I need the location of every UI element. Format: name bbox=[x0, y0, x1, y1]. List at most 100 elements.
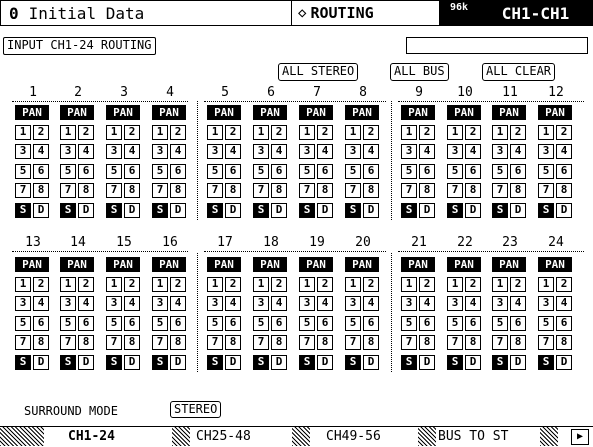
bus-6-button[interactable]: 6 bbox=[510, 163, 526, 179]
bus-1-button[interactable]: 1 bbox=[152, 276, 168, 292]
bus-5-button[interactable]: 5 bbox=[447, 315, 463, 331]
pan-button[interactable]: PAN bbox=[299, 105, 333, 120]
bus-3-button[interactable]: 3 bbox=[152, 296, 168, 311]
bus-2-button[interactable]: 2 bbox=[419, 124, 435, 140]
stereo-button[interactable]: S bbox=[152, 354, 168, 370]
bus-5-button[interactable]: 5 bbox=[345, 163, 361, 179]
direct-out-button[interactable]: D bbox=[124, 354, 140, 370]
bus-4-button[interactable]: 4 bbox=[271, 144, 287, 159]
bus-4-button[interactable]: 4 bbox=[363, 144, 379, 159]
bus-3-button[interactable]: 3 bbox=[15, 296, 31, 311]
direct-out-button[interactable]: D bbox=[33, 202, 49, 218]
direct-out-button[interactable]: D bbox=[510, 354, 526, 370]
bus-6-button[interactable]: 6 bbox=[124, 163, 140, 179]
bus-1-button[interactable]: 1 bbox=[15, 276, 31, 292]
pan-button[interactable]: PAN bbox=[492, 257, 526, 272]
bus-6-button[interactable]: 6 bbox=[419, 163, 435, 179]
bus-5-button[interactable]: 5 bbox=[152, 163, 168, 179]
pan-button[interactable]: PAN bbox=[401, 105, 435, 120]
bus-7-button[interactable]: 7 bbox=[345, 335, 361, 350]
bus-6-button[interactable]: 6 bbox=[78, 315, 94, 331]
bus-8-button[interactable]: 8 bbox=[33, 335, 49, 350]
stereo-button[interactable]: S bbox=[447, 202, 463, 218]
bus-4-button[interactable]: 4 bbox=[78, 144, 94, 159]
pan-button[interactable]: PAN bbox=[15, 105, 49, 120]
bus-1-button[interactable]: 1 bbox=[447, 124, 463, 140]
bus-5-button[interactable]: 5 bbox=[492, 315, 508, 331]
bus-1-button[interactable]: 1 bbox=[60, 276, 76, 292]
bus-3-button[interactable]: 3 bbox=[538, 144, 554, 159]
bus-7-button[interactable]: 7 bbox=[15, 183, 31, 198]
bus-3-button[interactable]: 3 bbox=[345, 296, 361, 311]
bus-7-button[interactable]: 7 bbox=[299, 335, 315, 350]
bus-4-button[interactable]: 4 bbox=[271, 296, 287, 311]
bus-1-button[interactable]: 1 bbox=[60, 124, 76, 140]
bus-7-button[interactable]: 7 bbox=[106, 183, 122, 198]
bus-6-button[interactable]: 6 bbox=[170, 315, 186, 331]
stereo-button[interactable]: S bbox=[207, 202, 223, 218]
bus-5-button[interactable]: 5 bbox=[207, 163, 223, 179]
bus-8-button[interactable]: 8 bbox=[33, 183, 49, 198]
bus-8-button[interactable]: 8 bbox=[271, 335, 287, 350]
stereo-button[interactable]: S bbox=[106, 202, 122, 218]
bus-4-button[interactable]: 4 bbox=[33, 144, 49, 159]
bus-1-button[interactable]: 1 bbox=[207, 276, 223, 292]
bus-3-button[interactable]: 3 bbox=[15, 144, 31, 159]
bus-4-button[interactable]: 4 bbox=[510, 144, 526, 159]
direct-out-button[interactable]: D bbox=[317, 354, 333, 370]
bus-3-button[interactable]: 3 bbox=[152, 144, 168, 159]
next-page-arrow-icon[interactable]: ▶ bbox=[571, 429, 589, 445]
bus-6-button[interactable]: 6 bbox=[225, 163, 241, 179]
stereo-button[interactable]: S bbox=[253, 202, 269, 218]
direct-out-button[interactable]: D bbox=[419, 354, 435, 370]
bus-5-button[interactable]: 5 bbox=[207, 315, 223, 331]
bus-8-button[interactable]: 8 bbox=[419, 183, 435, 198]
stereo-button[interactable]: S bbox=[345, 354, 361, 370]
direct-out-button[interactable]: D bbox=[124, 202, 140, 218]
bus-6-button[interactable]: 6 bbox=[510, 315, 526, 331]
bus-1-button[interactable]: 1 bbox=[253, 276, 269, 292]
bus-6-button[interactable]: 6 bbox=[363, 315, 379, 331]
bus-6-button[interactable]: 6 bbox=[465, 315, 481, 331]
bus-6-button[interactable]: 6 bbox=[363, 163, 379, 179]
bus-4-button[interactable]: 4 bbox=[170, 144, 186, 159]
bus-1-button[interactable]: 1 bbox=[401, 276, 417, 292]
direct-out-button[interactable]: D bbox=[78, 202, 94, 218]
bus-7-button[interactable]: 7 bbox=[207, 183, 223, 198]
bus-6-button[interactable]: 6 bbox=[419, 315, 435, 331]
pan-button[interactable]: PAN bbox=[492, 105, 526, 120]
bus-2-button[interactable]: 2 bbox=[271, 124, 287, 140]
stereo-button[interactable]: S bbox=[345, 202, 361, 218]
bus-5-button[interactable]: 5 bbox=[345, 315, 361, 331]
pan-button[interactable]: PAN bbox=[253, 105, 287, 120]
bus-3-button[interactable]: 3 bbox=[299, 296, 315, 311]
bus-8-button[interactable]: 8 bbox=[271, 183, 287, 198]
tab-ch25-48[interactable]: CH25-48 bbox=[196, 427, 251, 446]
bus-7-button[interactable]: 7 bbox=[401, 183, 417, 198]
direct-out-button[interactable]: D bbox=[419, 202, 435, 218]
bus-2-button[interactable]: 2 bbox=[225, 124, 241, 140]
direct-out-button[interactable]: D bbox=[271, 354, 287, 370]
bus-4-button[interactable]: 4 bbox=[419, 144, 435, 159]
pan-button[interactable]: PAN bbox=[106, 257, 140, 272]
bus-3-button[interactable]: 3 bbox=[299, 144, 315, 159]
bus-7-button[interactable]: 7 bbox=[15, 335, 31, 350]
stereo-button[interactable]: S bbox=[15, 354, 31, 370]
bus-4-button[interactable]: 4 bbox=[465, 296, 481, 311]
bus-1-button[interactable]: 1 bbox=[106, 276, 122, 292]
bus-7-button[interactable]: 7 bbox=[152, 183, 168, 198]
bus-5-button[interactable]: 5 bbox=[299, 163, 315, 179]
bus-8-button[interactable]: 8 bbox=[170, 183, 186, 198]
bus-5-button[interactable]: 5 bbox=[60, 315, 76, 331]
stereo-button[interactable]: S bbox=[152, 202, 168, 218]
all-stereo-button[interactable]: ALL STEREO bbox=[278, 63, 359, 81]
bus-4-button[interactable]: 4 bbox=[317, 296, 333, 311]
direct-out-button[interactable]: D bbox=[317, 202, 333, 218]
stereo-button[interactable]: S bbox=[492, 354, 508, 370]
bus-8-button[interactable]: 8 bbox=[465, 335, 481, 350]
bus-8-button[interactable]: 8 bbox=[556, 183, 572, 198]
bus-3-button[interactable]: 3 bbox=[253, 296, 269, 311]
tab-ch1-24[interactable]: CH1-24 bbox=[68, 427, 115, 446]
direct-out-button[interactable]: D bbox=[170, 202, 186, 218]
bus-4-button[interactable]: 4 bbox=[124, 144, 140, 159]
